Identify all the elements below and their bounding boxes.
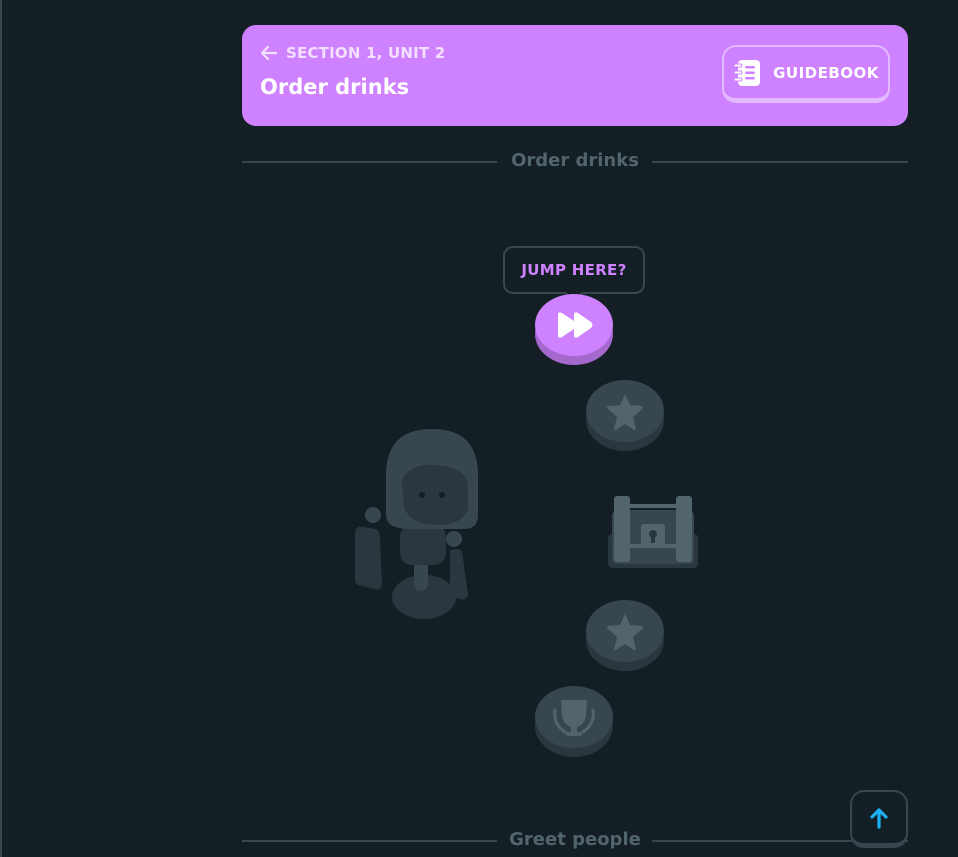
guidebook-label: GUIDEBOOK: [773, 63, 879, 82]
section-label: SECTION 1, UNIT 2: [286, 44, 446, 62]
back-arrow-icon: [260, 45, 278, 61]
lesson-node-locked[interactable]: [586, 380, 664, 452]
jump-here-label: JUMP HERE?: [521, 261, 627, 279]
node-base: [535, 294, 613, 365]
jump-ahead-node[interactable]: [535, 294, 613, 366]
unit-review-node-locked[interactable]: [535, 686, 613, 758]
unit-divider: Greet people: [242, 828, 908, 852]
learn-page: SECTION 1, UNIT 2 Order drinks GUIDEBOOK…: [0, 0, 958, 857]
unit-header: SECTION 1, UNIT 2 Order drinks GUIDEBOOK: [242, 25, 908, 126]
treasure-chest-icon[interactable]: [608, 494, 698, 570]
jump-here-tooltip[interactable]: JUMP HERE?: [503, 246, 645, 294]
section-back-link[interactable]: SECTION 1, UNIT 2: [260, 44, 445, 62]
scroll-to-top-button[interactable]: [850, 790, 908, 848]
guidebook-button[interactable]: GUIDEBOOK: [722, 45, 890, 103]
notebook-icon: [733, 59, 761, 86]
sidebar-divider: [0, 0, 2, 857]
unit-divider: Order drinks: [242, 149, 908, 173]
divider-line: [652, 161, 908, 163]
lesson-node-locked[interactable]: [586, 600, 664, 672]
unit-title: Order drinks: [260, 75, 410, 99]
character-illustration: [354, 429, 478, 619]
arrow-up-icon: [870, 807, 888, 829]
